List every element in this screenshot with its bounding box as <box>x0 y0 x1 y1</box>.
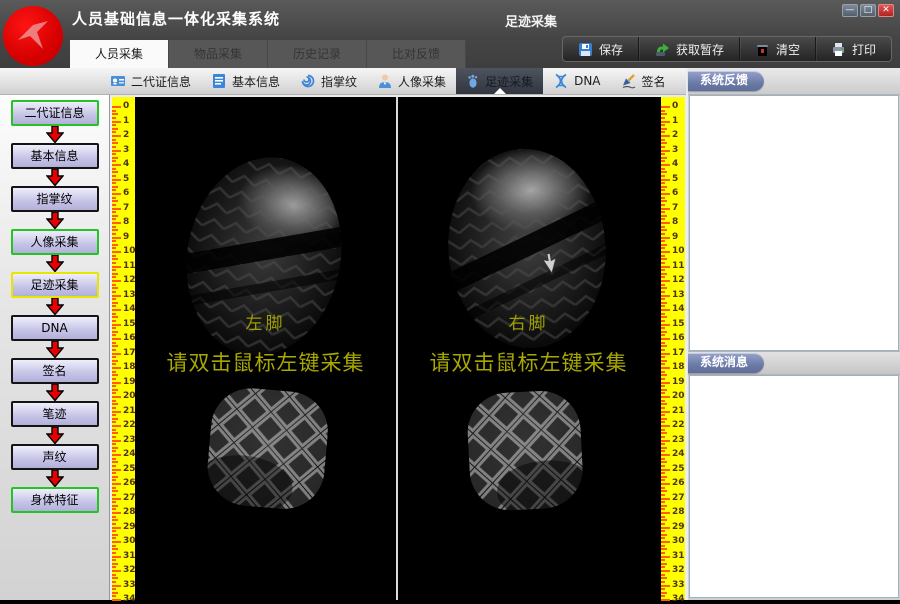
signature-icon <box>621 73 637 89</box>
main-tab-bar: 人员采集 物品采集 历史记录 比对反馈 <box>70 40 466 68</box>
step-footprint[interactable]: 足迹采集 <box>11 272 99 298</box>
step-basic-info[interactable]: 基本信息 <box>11 143 99 169</box>
nav-basic-info[interactable]: 基本信息 <box>201 68 290 94</box>
flow-arrow-icon <box>46 384 64 401</box>
app-window: 人员基础信息一体化采集系统 足迹采集 — □ ✕ 人员采集 物品采集 历史记录 … <box>0 0 900 600</box>
nav-label: 人像采集 <box>398 73 446 90</box>
fetch-staged-icon <box>654 42 670 57</box>
nav-footprint[interactable]: 足迹采集 <box>456 68 543 94</box>
tab-item-collect[interactable]: 物品采集 <box>169 40 268 68</box>
system-message-title: 系统消息 <box>688 353 764 373</box>
fetch-staged-label: 获取暂存 <box>676 41 724 58</box>
left-foot-capture-pane[interactable]: 左脚 请双击鼠标左键采集 <box>135 97 396 600</box>
left-ruler: 0123456789101112131415161718192021222324… <box>110 97 135 600</box>
system-feedback-header: 系统反馈 <box>688 68 900 95</box>
app-logo <box>3 6 63 66</box>
fingerprint-icon <box>300 73 316 89</box>
save-label: 保存 <box>599 41 623 58</box>
left-foot-instruction: 请双击鼠标左键采集 <box>135 347 396 377</box>
left-foot-label: 左脚 <box>135 309 396 334</box>
print-icon <box>831 42 846 57</box>
window-controls: — □ ✕ <box>842 4 894 17</box>
id-card-icon <box>110 73 126 89</box>
clear-button[interactable]: 清空 <box>740 37 816 61</box>
print-button[interactable]: 打印 <box>816 37 891 61</box>
step-portrait[interactable]: 人像采集 <box>11 229 99 255</box>
step-id-card-info[interactable]: 二代证信息 <box>11 100 99 126</box>
flow-arrow-icon <box>46 427 64 444</box>
nav-signature[interactable]: 签名 <box>611 68 676 94</box>
portrait-icon <box>377 73 393 89</box>
nav-label: 签名 <box>642 73 666 90</box>
clear-label: 清空 <box>776 41 800 58</box>
footprint-icon <box>466 73 480 89</box>
nav-label: DNA <box>574 74 600 88</box>
step-body-features[interactable]: 身体特征 <box>11 487 99 513</box>
collect-type-toolbar: 二代证信息 基本信息 指掌纹 人像采集 足迹采集 DNA 签名 笔迹 <box>0 68 686 95</box>
workflow-sidebar: 二代证信息 基本信息 指掌纹 人像采集 足迹采集 DNA 签名 笔迹 声纹 身体… <box>0 95 110 600</box>
step-voiceprint[interactable]: 声纹 <box>11 444 99 470</box>
dna-icon <box>553 73 569 89</box>
system-feedback-list[interactable] <box>689 95 899 351</box>
basic-info-icon <box>211 73 227 89</box>
action-toolbar: 保存 获取暂存 清空 打印 <box>562 36 892 62</box>
nav-label: 二代证信息 <box>131 73 191 90</box>
print-label: 打印 <box>852 41 876 58</box>
clear-icon <box>755 42 770 57</box>
flow-arrow-icon <box>46 212 64 229</box>
nav-label: 基本信息 <box>232 73 280 90</box>
flow-arrow-icon <box>46 169 64 186</box>
footprint-capture-area: 0123456789101112131415161718192021222324… <box>110 95 686 600</box>
right-foot-label: 右脚 <box>398 309 659 334</box>
nav-portrait[interactable]: 人像采集 <box>367 68 456 94</box>
save-button[interactable]: 保存 <box>563 37 639 61</box>
system-feedback-title: 系统反馈 <box>688 71 764 91</box>
step-handwriting[interactable]: 笔迹 <box>11 401 99 427</box>
system-message-header: 系统消息 <box>688 351 900 375</box>
logo-glyph <box>18 21 48 49</box>
flow-arrow-icon <box>46 470 64 487</box>
nav-dna[interactable]: DNA <box>543 68 610 94</box>
flow-arrow-icon <box>46 255 64 272</box>
close-button[interactable]: ✕ <box>878 4 894 17</box>
system-panel: 系统反馈 系统消息 <box>686 68 900 600</box>
maximize-button[interactable]: □ <box>860 4 876 17</box>
tab-history[interactable]: 历史记录 <box>268 40 367 68</box>
page-title: 足迹采集 <box>505 11 557 30</box>
title-bar: 人员基础信息一体化采集系统 足迹采集 — □ ✕ 人员采集 物品采集 历史记录 … <box>0 0 900 68</box>
save-icon <box>578 42 593 57</box>
minimize-button[interactable]: — <box>842 4 858 17</box>
nav-label: 足迹采集 <box>485 73 533 90</box>
right-foot-instruction: 请双击鼠标左键采集 <box>398 347 659 377</box>
right-foot-capture-pane[interactable]: 右脚 请双击鼠标左键采集 <box>398 97 659 600</box>
step-signature[interactable]: 签名 <box>11 358 99 384</box>
nav-id-card-info[interactable]: 二代证信息 <box>100 68 201 94</box>
tab-person-collect[interactable]: 人员采集 <box>70 40 169 68</box>
step-dna[interactable]: DNA <box>11 315 99 341</box>
flow-arrow-icon <box>46 298 64 315</box>
app-title: 人员基础信息一体化采集系统 <box>72 8 280 29</box>
flow-arrow-icon <box>46 126 64 143</box>
right-ruler: 0123456789101112131415161718192021222324… <box>661 97 686 600</box>
flow-arrow-icon <box>46 341 64 358</box>
step-fingerprint[interactable]: 指掌纹 <box>11 186 99 212</box>
nav-fingerprint[interactable]: 指掌纹 <box>290 68 367 94</box>
system-message-list[interactable] <box>689 375 899 598</box>
tab-compare-feedback[interactable]: 比对反馈 <box>367 40 466 68</box>
nav-label: 指掌纹 <box>321 73 357 90</box>
fetch-staged-button[interactable]: 获取暂存 <box>639 37 740 61</box>
